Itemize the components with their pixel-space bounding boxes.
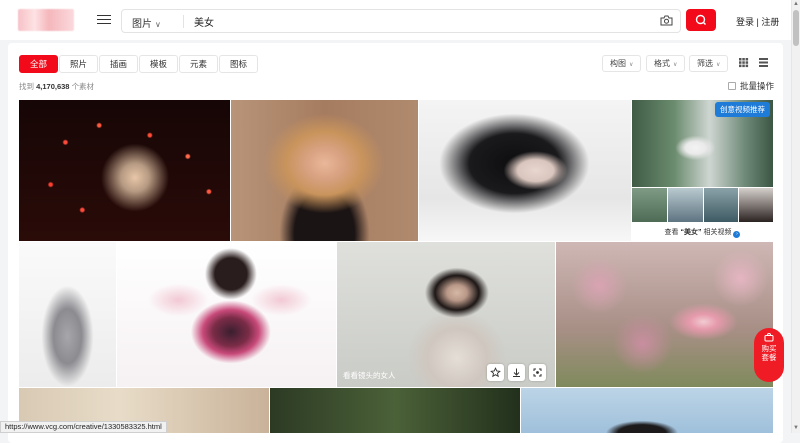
tab-illustration[interactable]: 插画 — [99, 55, 139, 73]
status-bar-url: https://www.vcg.com/creative/1330583325.… — [0, 421, 167, 433]
search-button[interactable] — [686, 9, 716, 31]
checkbox[interactable] — [728, 82, 736, 90]
ad-caption-keyword: “美女” — [680, 229, 702, 236]
chevron-down-icon: ∨ — [629, 62, 634, 68]
buy-label-line2: 套餐 — [761, 353, 777, 362]
ad-video-thumb-small[interactable] — [668, 188, 703, 222]
image-thumbnail[interactable] — [231, 100, 418, 241]
count-prefix: 找到 — [19, 82, 34, 91]
search-input[interactable] — [194, 13, 634, 29]
buy-label-line1: 购买 — [761, 344, 777, 353]
download-button[interactable] — [508, 364, 525, 381]
expand-icon — [533, 368, 542, 377]
tab-photo[interactable]: 照片 — [59, 55, 99, 73]
chevron-down-icon: ∨ — [716, 62, 721, 68]
image-thumbnail[interactable] — [117, 242, 336, 387]
auth-links: 登录 | 注册 — [736, 15, 779, 28]
list-view-icon[interactable] — [758, 57, 769, 68]
ad-caption-post: 相关视频 — [701, 229, 732, 236]
page-scrollbar[interactable]: ▲ ▼ — [791, 0, 800, 433]
image-thumbnail[interactable] — [19, 100, 230, 241]
download-icon — [513, 368, 520, 377]
scroll-down-arrow[interactable]: ▼ — [793, 425, 799, 431]
count-number: 4,170,638 — [36, 82, 70, 91]
tab-icon[interactable]: 图标 — [219, 55, 259, 73]
batch-label: 批量操作 — [740, 81, 775, 91]
count-suffix: 个素材 — [71, 82, 95, 91]
image-caption: 看看镜头的女人 — [343, 371, 396, 380]
buy-package-button[interactable]: 购买 套餐 — [754, 328, 784, 382]
tab-element[interactable]: 元素 — [179, 55, 219, 73]
image-thumbnail[interactable] — [270, 388, 520, 433]
format-label: 格式 — [654, 59, 670, 68]
login-link[interactable]: 登录 — [736, 17, 754, 27]
filter-label: 筛选 — [697, 59, 713, 68]
tab-template[interactable]: 模板 — [139, 55, 179, 73]
star-icon — [490, 367, 501, 378]
image-thumbnail[interactable] — [556, 242, 773, 387]
chevron-down-icon: ∨ — [155, 20, 161, 29]
arrow-icon: › — [733, 231, 741, 238]
ad-badge[interactable]: 创意视频推荐 — [715, 102, 770, 117]
composition-label: 构图 — [610, 59, 626, 68]
search-type-select[interactable]: 图片 ∨ — [132, 15, 161, 30]
search-divider — [183, 15, 184, 28]
ad-video-thumb-small[interactable] — [632, 188, 667, 222]
search-type-label: 图片 — [132, 19, 152, 30]
filter-dropdown[interactable]: 筛选 ∨ — [689, 55, 729, 72]
site-logo[interactable] — [18, 9, 74, 31]
chevron-down-icon: ∨ — [673, 62, 678, 68]
image-thumbnail[interactable] — [419, 100, 631, 241]
search-box: 图片 ∨ — [121, 9, 681, 33]
image-thumbnail[interactable] — [521, 388, 773, 433]
result-count: 找到 4,170,638 个素材 — [19, 81, 94, 92]
format-dropdown[interactable]: 格式 ∨ — [646, 55, 686, 72]
composition-dropdown[interactable]: 构图 ∨ — [602, 55, 642, 72]
favorite-button[interactable] — [487, 364, 504, 381]
register-link[interactable]: 注册 — [761, 17, 779, 27]
ad-video-thumb-small[interactable] — [739, 188, 773, 222]
top-bar: 图片∨ 登录 | 注册 — [0, 0, 800, 40]
cart-icon — [764, 333, 774, 342]
tab-all[interactable]: 全部 — [19, 55, 59, 73]
expand-button[interactable] — [529, 364, 546, 381]
image-thumbnail[interactable] — [19, 242, 116, 387]
scroll-up-arrow[interactable]: ▲ — [793, 1, 799, 7]
batch-operation-toggle[interactable]: 批量操作 — [728, 80, 774, 92]
ad-caption[interactable]: 查看 “美女” 相关视频 › — [632, 227, 773, 238]
menu-icon[interactable] — [97, 12, 111, 26]
auth-separator: | — [756, 17, 759, 27]
grid-view-icon[interactable] — [738, 57, 749, 68]
search-icon — [695, 14, 706, 25]
camera-icon[interactable] — [660, 15, 673, 26]
ad-video-thumb-small[interactable] — [704, 188, 738, 222]
ad-caption-pre: 查看 — [664, 229, 681, 236]
scrollbar-thumb[interactable] — [793, 10, 799, 46]
